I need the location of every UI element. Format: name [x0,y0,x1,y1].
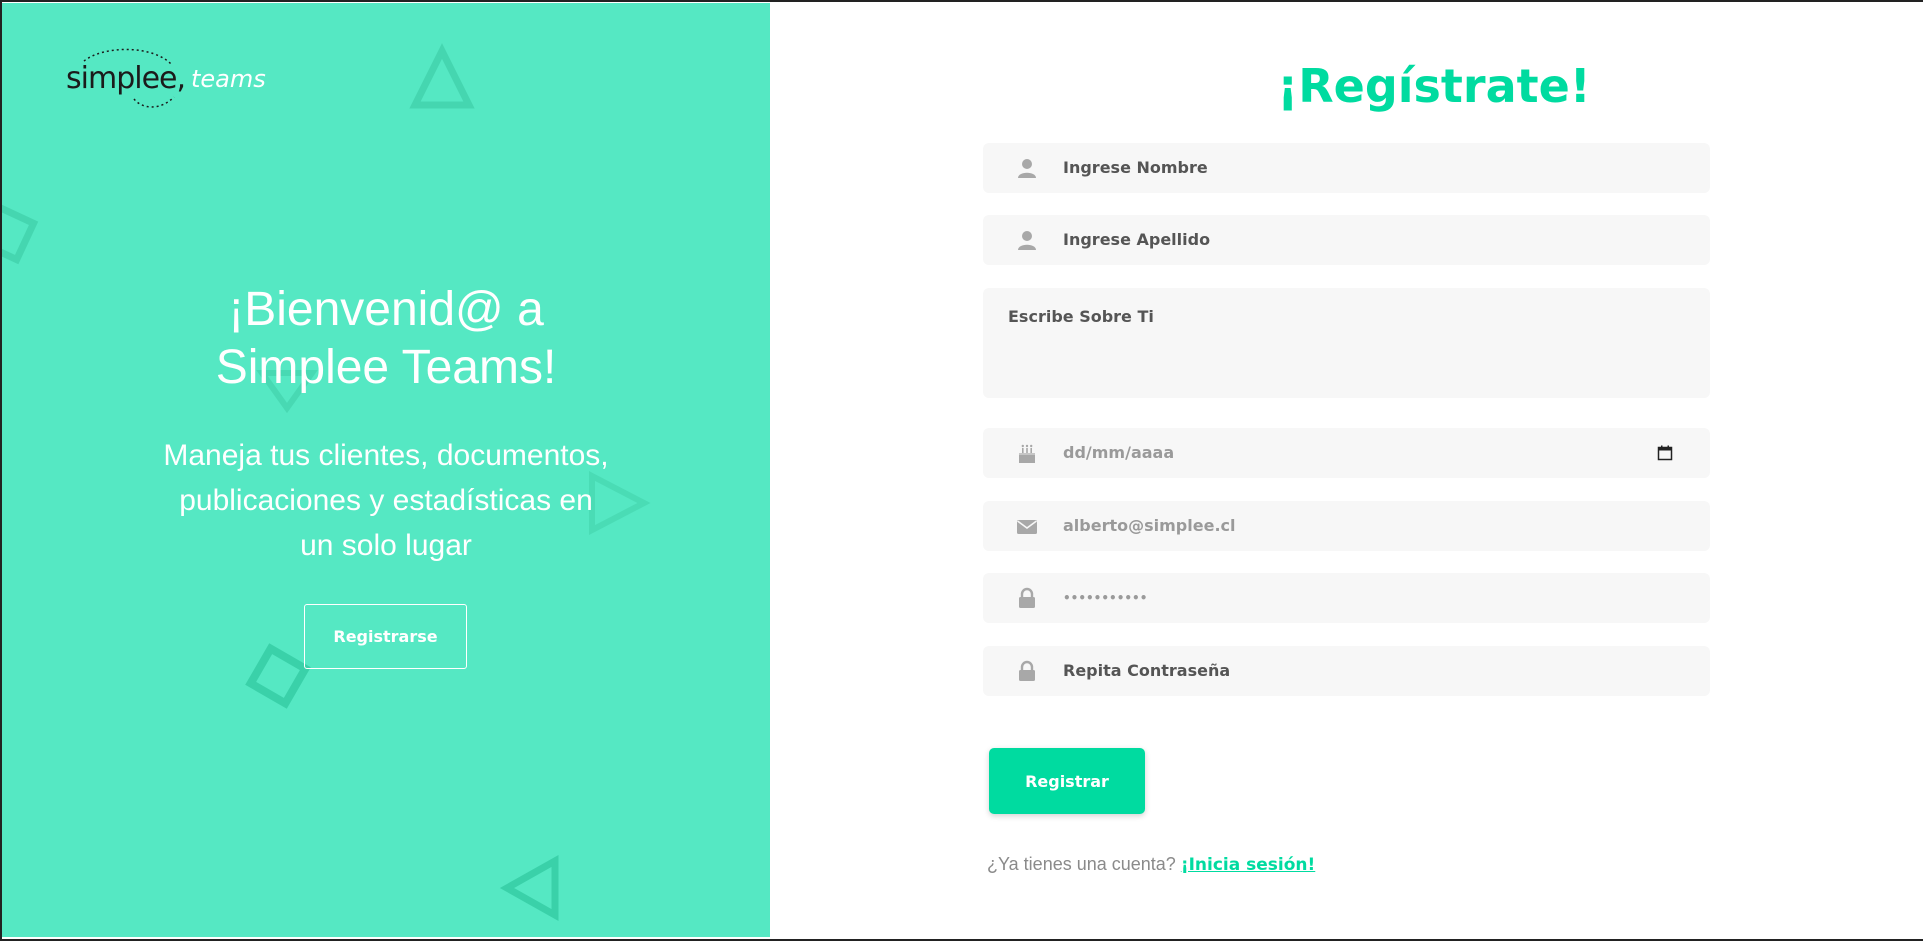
logo-wordmark: simplee, [66,61,186,96]
birthdate-field[interactable]: dd/mm/aaaa [983,428,1710,478]
birthday-cake-icon [1019,444,1035,463]
login-prompt: ¿Ya tienes una cuenta? ¡Inicia sesión! [987,854,1315,875]
last-name-placeholder: Ingrese Apellido [1063,230,1211,249]
last-name-field[interactable]: Ingrese Apellido [983,215,1710,265]
welcome-panel: simplee, teams ¡Bienvenid@ a Simplee Tea… [2,3,770,937]
lock-icon [1019,587,1035,608]
email-field[interactable]: alberto@simplee.cl [983,501,1710,551]
decorative-triangle [499,855,559,921]
tagline-line-2: publicaciones y estadísticas en [179,484,593,517]
registrarse-button[interactable]: Registrarse [304,604,467,669]
tagline-line-1: Maneja tus clientes, documentos, [163,439,609,472]
lock-icon [1019,660,1035,681]
about-placeholder: Escribe Sobre Ti [1008,307,1154,326]
welcome-heading: ¡Bienvenid@ a Simplee Teams! [2,281,770,397]
about-textarea[interactable]: Escribe Sobre Ti [983,288,1710,398]
first-name-field[interactable]: Ingrese Nombre [983,143,1710,193]
email-value: alberto@simplee.cl [1063,516,1236,535]
have-account-text: ¿Ya tienes una cuenta? [987,854,1176,874]
registrar-button[interactable]: Registrar [989,748,1145,814]
calendar-icon[interactable] [1657,445,1673,461]
repeat-password-placeholder: Repita Contraseña [1063,661,1231,680]
welcome-tagline: Maneja tus clientes, documentos, publica… [2,433,770,568]
decorative-triangle [409,43,475,109]
envelope-icon [1017,520,1037,534]
user-icon [1018,231,1036,250]
first-name-placeholder: Ingrese Nombre [1063,158,1208,177]
user-icon [1018,159,1036,178]
login-link[interactable]: ¡Inicia sesión! [1181,855,1315,875]
birthdate-placeholder: dd/mm/aaaa [1063,443,1175,462]
password-value: ••••••••••• [1063,591,1148,605]
form-title: ¡Regístrate! [1277,59,1591,113]
repeat-password-field[interactable]: Repita Contraseña [983,646,1710,696]
tagline-line-3: un solo lugar [300,529,472,562]
logo-subtitle: teams [191,65,266,93]
welcome-line-1: ¡Bienvenid@ a [228,283,544,336]
register-panel: ¡Regístrate! Ingrese Nombre Ingrese Apel… [770,3,1923,937]
password-field[interactable]: ••••••••••• [983,573,1710,623]
decorative-square [2,201,39,265]
simplee-teams-logo[interactable]: simplee, teams [64,47,274,111]
welcome-line-2: Simplee Teams! [215,341,557,394]
